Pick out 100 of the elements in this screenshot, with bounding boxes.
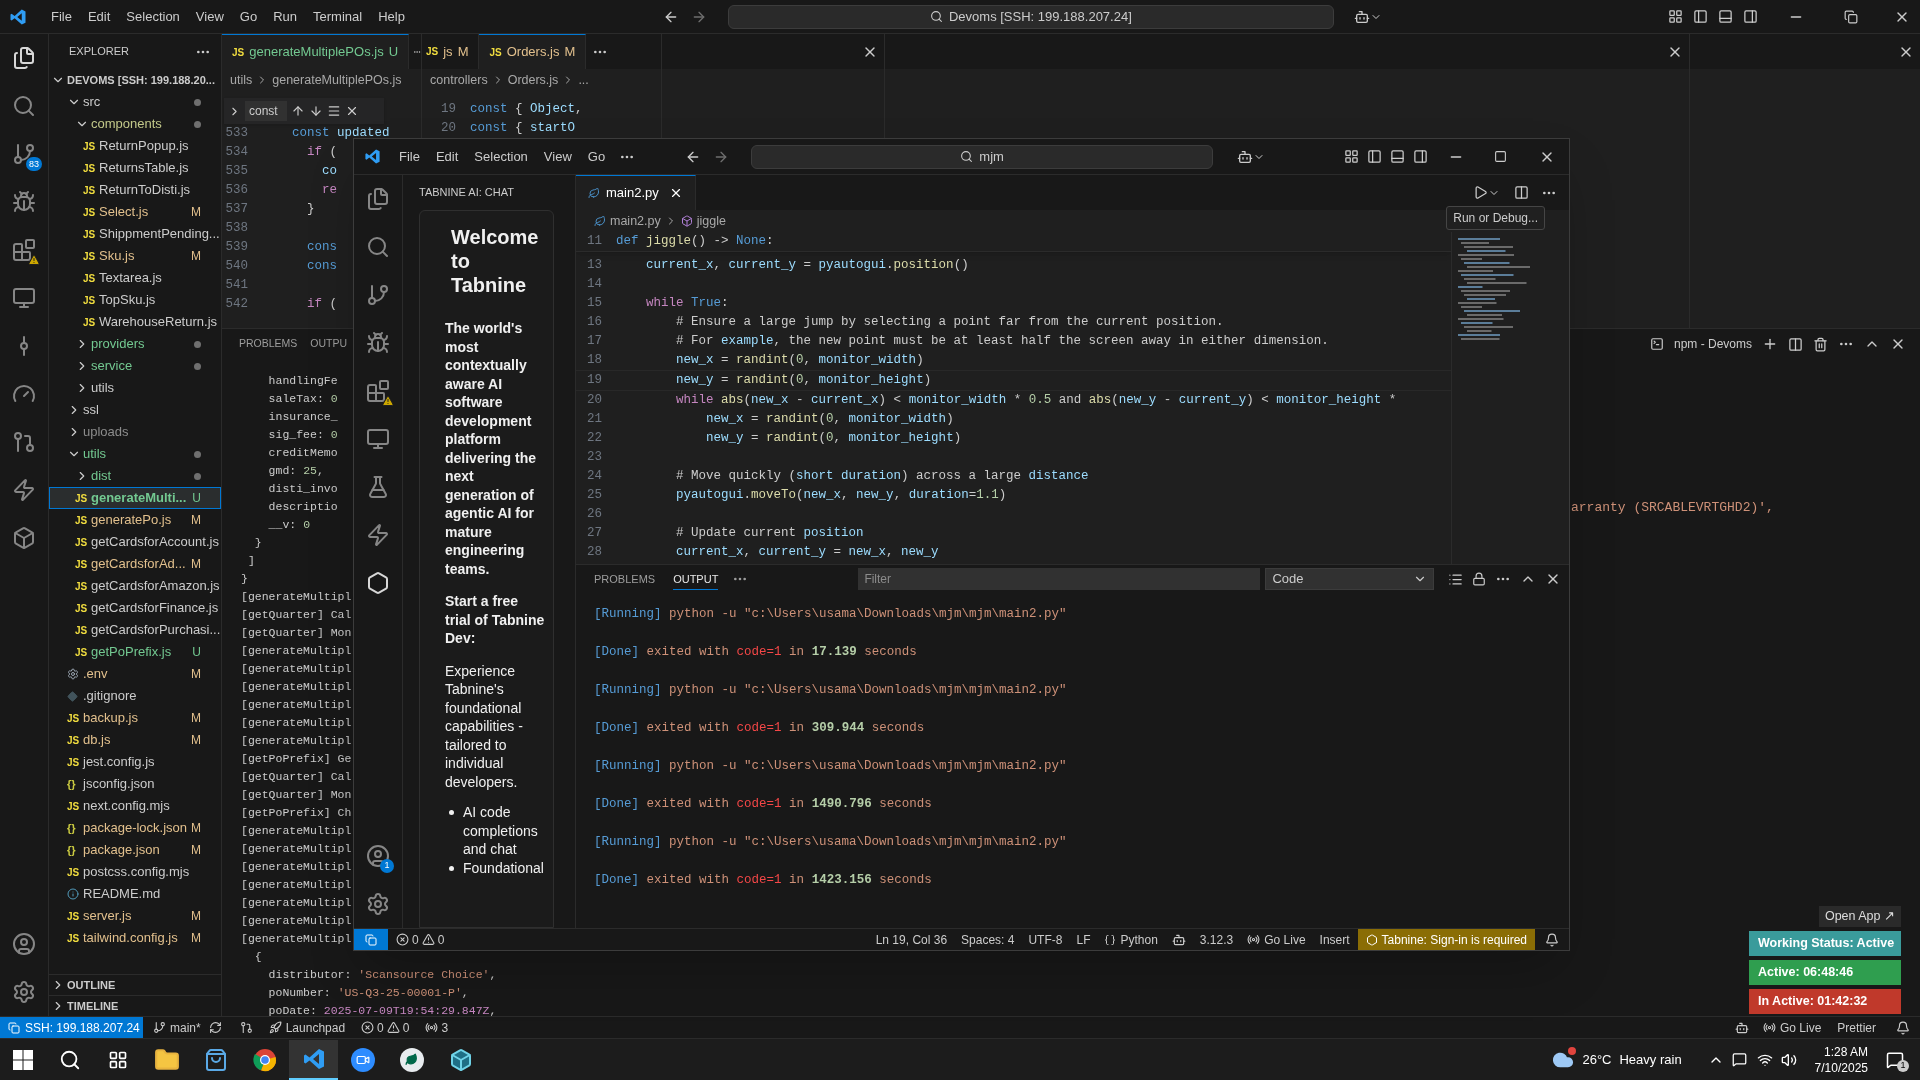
run-debug-icon[interactable]: [12, 190, 36, 214]
files-icon[interactable]: [12, 46, 36, 70]
file-row[interactable]: JS getCardsforAmazon.js: [49, 575, 221, 597]
clear-output-icon[interactable]: [1448, 571, 1464, 587]
robot-icon[interactable]: [1237, 148, 1254, 165]
filter-field[interactable]: Filter: [858, 568, 1261, 590]
file-row[interactable]: .env M: [49, 663, 221, 685]
remote-explorer-icon[interactable]: [12, 286, 36, 310]
panel-tab[interactable]: PROBLEMS: [239, 336, 298, 352]
source-control-icon[interactable]: [366, 283, 390, 307]
indentation-item[interactable]: Spaces: 4: [961, 930, 1015, 949]
menu-item[interactable]: File: [43, 6, 80, 27]
breadcrumb[interactable]: utils: [230, 70, 253, 90]
file-row[interactable]: JS server.js M: [49, 905, 221, 927]
breadcrumb[interactable]: main2.py: [610, 211, 661, 231]
remote-explorer-icon[interactable]: [366, 427, 390, 451]
file-row[interactable]: JS getCardsforAd... M: [49, 553, 221, 575]
editor-tab[interactable]: JS generateMultiplePOs.js U: [222, 34, 410, 69]
menu-item[interactable]: Run: [265, 6, 305, 27]
restore-icon[interactable]: [1844, 9, 1858, 24]
folder-row[interactable]: components: [49, 113, 221, 135]
ports-item[interactable]: 3: [425, 1018, 449, 1037]
close-icon[interactable]: [345, 104, 359, 118]
file-row[interactable]: JS postcss.config.mjs: [49, 861, 221, 883]
encoding-item[interactable]: UTF-8: [1028, 930, 1063, 949]
run-debug-icon[interactable]: [366, 331, 390, 355]
file-row[interactable]: JS ShippmentPending...: [49, 223, 221, 245]
account-icon[interactable]: [12, 932, 36, 956]
task-view-icon[interactable]: [108, 1049, 128, 1070]
file-row[interactable]: JS generatePo.js M: [49, 509, 221, 531]
file-row[interactable]: JS backup.js M: [49, 707, 221, 729]
file-row[interactable]: {} package-lock.json M: [49, 817, 221, 839]
go-live-item[interactable]: Go Live: [1762, 1018, 1822, 1037]
sync-icon[interactable]: [208, 1021, 222, 1034]
folder-row[interactable]: utils: [49, 377, 221, 399]
editor-tab[interactable]: main2.py: [576, 175, 696, 210]
selection-icon[interactable]: [327, 104, 341, 118]
breadcrumb[interactable]: generateMultiplePOs.js: [272, 70, 402, 90]
toggle-secondary-sidebar-icon[interactable]: [1413, 149, 1428, 164]
language-item[interactable]: Python: [1104, 930, 1158, 949]
breadcrumb[interactable]: jiggle: [696, 211, 726, 231]
cube-icon[interactable]: [12, 526, 36, 550]
extensions-icon[interactable]: [366, 379, 390, 403]
notifications-icon[interactable]: [1886, 1050, 1904, 1069]
bell-icon[interactable]: [1896, 1020, 1910, 1035]
flask-icon[interactable]: [366, 475, 390, 499]
toggle-panel-icon[interactable]: [1390, 149, 1405, 164]
file-row[interactable]: JS WarehouseReturn.js: [49, 311, 221, 333]
toggle-panel-icon[interactable]: [1718, 9, 1733, 24]
file-row[interactable]: README.md: [49, 883, 221, 905]
lightning-icon[interactable]: [12, 478, 36, 502]
file-row[interactable]: JS jest.config.js: [49, 751, 221, 773]
pull-request-icon[interactable]: [239, 1021, 253, 1034]
folder-row[interactable]: providers: [49, 333, 221, 355]
breadcrumb[interactable]: Orders.js: [507, 70, 559, 90]
menu-item[interactable]: Edit: [79, 6, 119, 27]
folder-row[interactable]: dist: [49, 465, 221, 487]
file-row[interactable]: {} jsconfig.json: [49, 773, 221, 795]
remote-indicator[interactable]: SSH: 199.188.207.24: [0, 1017, 143, 1038]
trash-icon[interactable]: [1813, 336, 1828, 352]
cube-icon[interactable]: [448, 1047, 473, 1072]
file-row[interactable]: .gitignore: [49, 685, 221, 707]
leaf-app-icon[interactable]: [399, 1047, 424, 1072]
tabnine-status[interactable]: Tabnine: Sign-in is required: [1357, 929, 1535, 950]
file-row[interactable]: JS getCardsforFinance.js: [49, 597, 221, 619]
temperature[interactable]: 26°C: [1582, 1049, 1612, 1070]
folder-row[interactable]: ssl: [49, 399, 221, 421]
search-icon[interactable]: [59, 1048, 81, 1071]
file-row[interactable]: JS Sku.js M: [49, 245, 221, 267]
menu-item[interactable]: View: [187, 6, 232, 27]
folder-icon[interactable]: [153, 1046, 180, 1073]
terminal-name[interactable]: npm - Devoms: [1673, 335, 1752, 353]
launchpad-item[interactable]: Launchpad: [268, 1018, 346, 1037]
weather-condition[interactable]: Heavy rain: [1619, 1049, 1682, 1070]
previous-match-icon[interactable]: [291, 104, 305, 118]
toggle-sidebar-icon[interactable]: [1367, 149, 1382, 164]
folder-row[interactable]: utils: [49, 443, 221, 465]
video-call-icon[interactable]: [350, 1047, 375, 1072]
file-row[interactable]: JS getCardsforAccount.js: [49, 531, 221, 553]
file-row[interactable]: JS Select.js M: [49, 201, 221, 223]
problems-item[interactable]: 0 0: [361, 1018, 410, 1037]
interpreter-item[interactable]: 3.12.3: [1199, 930, 1234, 949]
pull-request-icon[interactable]: [12, 430, 36, 454]
mode-item[interactable]: Insert: [1319, 930, 1350, 949]
file-row[interactable]: JS generateMulti... U: [49, 487, 221, 509]
file-row[interactable]: JS db.js M: [49, 729, 221, 751]
account-icon[interactable]: [366, 844, 390, 868]
hexagon-icon[interactable]: [366, 571, 390, 595]
store-icon[interactable]: [203, 1047, 228, 1072]
lock-icon[interactable]: [1472, 572, 1487, 586]
open-app-button[interactable]: Open App ↗: [1818, 906, 1901, 927]
lightning-icon[interactable]: [366, 523, 390, 547]
editor-tab[interactable]: JS Orders.js M: [479, 34, 587, 69]
volume-icon[interactable]: [1780, 1051, 1797, 1068]
file-row[interactable]: JS tailwind.config.js M: [49, 927, 221, 949]
breadcrumb[interactable]: controllers: [430, 70, 488, 90]
file-row[interactable]: JS ReturnsTable.js: [49, 157, 221, 179]
output-channel-dropdown[interactable]: Code: [1265, 568, 1435, 590]
menu-item[interactable]: Selection: [118, 6, 188, 27]
layout-icon[interactable]: [1344, 149, 1359, 164]
